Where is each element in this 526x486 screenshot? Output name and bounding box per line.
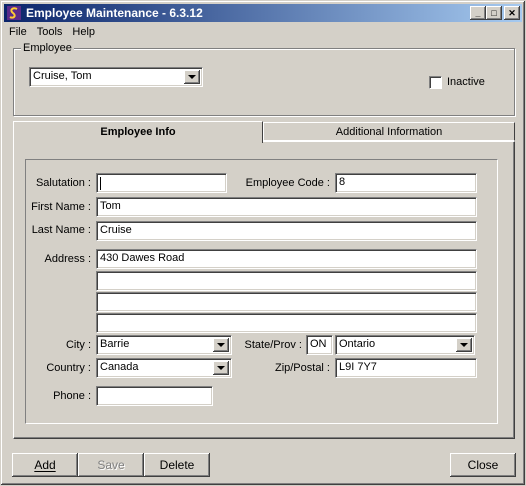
last-name-value: Cruise (100, 224, 132, 236)
city-label: City : (65, 339, 91, 351)
zip-postal-value: L9I 7Y7 (339, 361, 377, 373)
phone-label: Phone : (53, 390, 91, 402)
employee-group-label: Employee (21, 42, 74, 54)
window-title: Employee Maintenance - 6.3.12 (26, 6, 203, 20)
inactive-checkbox[interactable] (429, 76, 442, 89)
salutation-label: Salutation : (35, 177, 91, 189)
state-code-value: ON (310, 338, 327, 350)
close-icon: ✕ (508, 7, 516, 18)
tab-employee-info-label: Employee Info (100, 126, 176, 138)
close-button[interactable]: Close (450, 453, 516, 477)
title-bar[interactable]: Employee Maintenance - 6.3.12 _ □ ✕ (4, 4, 522, 22)
add-button[interactable]: Add (12, 453, 78, 477)
text-cursor (100, 177, 101, 190)
zip-postal-label: Zip/Postal : (274, 362, 330, 374)
country-label: Country : (46, 362, 91, 374)
last-name-input[interactable]: Cruise (96, 221, 477, 241)
maximize-button[interactable]: □ (486, 6, 502, 20)
first-name-value: Tom (100, 200, 121, 212)
zip-postal-input[interactable]: L9I 7Y7 (335, 358, 477, 378)
address-label: Address : (44, 253, 91, 265)
chevron-down-icon[interactable] (213, 338, 229, 352)
employee-code-input[interactable]: 8 (335, 173, 477, 193)
country-value: Canada (100, 361, 139, 373)
main-window: Employee Maintenance - 6.3.12 _ □ ✕ File… (0, 0, 526, 486)
menu-help[interactable]: Help (67, 26, 100, 38)
employee-select-value: Cruise, Tom (33, 70, 92, 82)
address-line-2-input[interactable] (96, 271, 477, 291)
city-value: Barrie (100, 338, 130, 350)
last-name-label: Last Name : (31, 224, 91, 236)
first-name-input[interactable]: Tom (96, 197, 477, 217)
address-line-1-value: 430 Dawes Road (100, 252, 185, 264)
app-icon (7, 6, 21, 20)
tab-additional-information-label: Additional Information (335, 126, 443, 138)
address-line-4-input[interactable] (96, 313, 477, 333)
tab-additional-information[interactable]: Additional Information (263, 122, 515, 141)
menu-tools[interactable]: Tools (32, 26, 68, 38)
minimize-icon: _ (475, 7, 481, 18)
save-button[interactable]: Save (78, 453, 144, 477)
employee-code-label: Employee Code : (245, 177, 330, 189)
chevron-down-icon[interactable] (456, 338, 472, 352)
state-name-value: Ontario (339, 338, 376, 350)
add-button-label: Add (34, 458, 56, 472)
employee-select[interactable]: Cruise, Tom (29, 67, 203, 87)
menu-file[interactable]: File (4, 26, 32, 38)
close-window-button[interactable]: ✕ (504, 6, 520, 20)
phone-input[interactable] (96, 386, 213, 406)
salutation-input[interactable] (96, 173, 227, 193)
minimize-button[interactable]: _ (470, 6, 486, 20)
address-line-3-input[interactable] (96, 292, 477, 312)
save-button-label: Save (97, 458, 125, 472)
chevron-down-icon[interactable] (184, 70, 200, 84)
delete-button[interactable]: Delete (144, 453, 210, 477)
delete-button-label: Delete (159, 458, 195, 472)
first-name-label: First Name : (31, 201, 91, 213)
inactive-label: Inactive (447, 76, 485, 88)
maximize-icon: □ (491, 7, 497, 18)
state-code-input[interactable]: ON (306, 335, 333, 355)
address-line-1-input[interactable]: 430 Dawes Road (96, 249, 477, 269)
state-select[interactable]: Ontario (335, 335, 475, 355)
close-button-label: Close (467, 458, 499, 472)
country-select[interactable]: Canada (96, 358, 232, 378)
tab-employee-info[interactable]: Employee Info (13, 121, 263, 143)
city-select[interactable]: Barrie (96, 335, 232, 355)
chevron-down-icon[interactable] (213, 361, 229, 375)
state-prov-label: State/Prov : (244, 339, 302, 351)
employee-code-value: 8 (339, 176, 346, 188)
menu-bar: File Tools Help (4, 23, 100, 41)
